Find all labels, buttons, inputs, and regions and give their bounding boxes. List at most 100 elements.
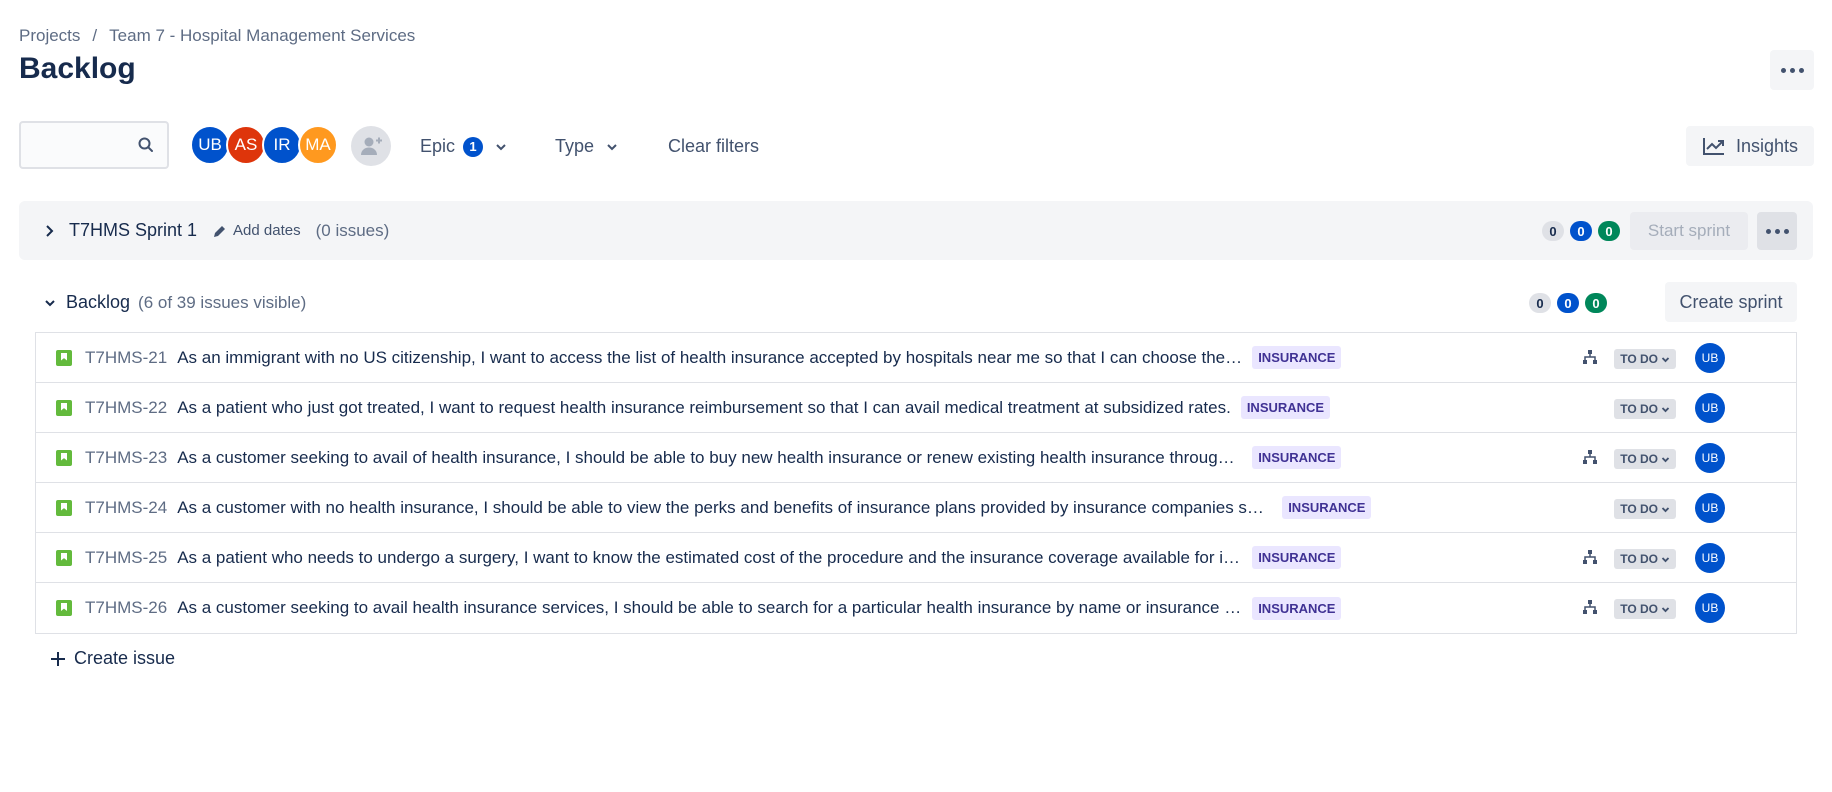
more-actions-button[interactable] <box>1770 50 1814 90</box>
create-issue-button[interactable]: Create issue <box>50 648 175 669</box>
plus-icon <box>51 651 65 666</box>
status-dropdown[interactable]: TO DO <box>1614 599 1676 619</box>
issue-row[interactable]: T7HMS-24 As a customer with no health ins… <box>36 483 1796 533</box>
issue-label-tag[interactable]: INSURANCE <box>1252 446 1342 469</box>
start-sprint-button[interactable]: Start sprint <box>1630 212 1748 250</box>
pencil-icon <box>214 225 226 237</box>
more-icon <box>1765 228 1789 234</box>
breadcrumb-project-name[interactable]: Team 7 - Hospital Management Services <box>109 26 415 46</box>
issue-label-tag[interactable]: INSURANCE <box>1252 596 1342 620</box>
clear-filters-button[interactable]: Clear filters <box>668 136 759 157</box>
in-progress-count-badge: 0 <box>1570 221 1592 241</box>
child-issues-icon[interactable] <box>1582 349 1598 365</box>
search-icon <box>138 137 153 152</box>
issue-summary[interactable]: As an immigrant with no US citizenship, … <box>177 348 1242 368</box>
status-dropdown[interactable]: TO DO <box>1614 549 1676 569</box>
avatar[interactable]: MA <box>298 125 338 165</box>
epic-filter[interactable]: Epic 1 <box>420 136 507 157</box>
issue-row[interactable]: T7HMS-22 As a patient who just got treate… <box>36 383 1796 433</box>
assignee-avatar[interactable]: UB <box>1695 493 1725 523</box>
breadcrumb-separator: / <box>92 26 98 45</box>
status-label: TO DO <box>1620 552 1658 566</box>
assignee-avatar[interactable]: UB <box>1695 443 1725 473</box>
chevron-down-icon <box>1661 556 1670 562</box>
issue-row[interactable]: T7HMS-25 As a patient who needs to underg… <box>36 533 1796 583</box>
breadcrumb-projects[interactable]: Projects <box>19 26 80 46</box>
type-filter[interactable]: Type <box>555 136 618 157</box>
backlog-header[interactable]: Backlog (6 of 39 issues visible) <box>44 292 306 313</box>
issue-row[interactable]: T7HMS-23 As a customer seeking to avail o… <box>36 433 1796 483</box>
sprint-status-counts: 0 0 0 <box>1542 221 1620 241</box>
issue-label-tag[interactable]: INSURANCE <box>1252 546 1342 569</box>
done-count-badge: 0 <box>1585 293 1607 313</box>
sprint-container: T7HMS Sprint 1 Add dates (0 issues) 0 0 … <box>19 201 1813 260</box>
epic-filter-label: Epic <box>420 136 456 156</box>
backlog-status-counts: 0 0 0 <box>1529 293 1607 313</box>
add-people-button[interactable] <box>351 126 391 166</box>
issue-summary[interactable]: As a patient who just got treated, I wan… <box>177 398 1231 418</box>
issue-label-tag[interactable]: INSURANCE <box>1240 396 1331 419</box>
issue-row[interactable]: T7HMS-26 As a customer seeking to avail h… <box>36 583 1796 633</box>
chevron-down-icon <box>1661 456 1670 462</box>
chevron-down-icon <box>607 143 617 150</box>
story-icon <box>56 349 72 366</box>
issue-row[interactable]: T7HMS-21 As an immigrant with no US citiz… <box>36 333 1796 383</box>
status-dropdown[interactable]: TO DO <box>1614 399 1676 419</box>
issue-key[interactable]: T7HMS-26 <box>85 598 167 618</box>
issue-key[interactable]: T7HMS-21 <box>85 348 167 368</box>
issue-summary[interactable]: As a customer with no health insurance, … <box>177 498 1272 518</box>
backlog-name: Backlog <box>66 292 131 312</box>
child-issues-icon[interactable] <box>1582 599 1598 615</box>
status-dropdown[interactable]: TO DO <box>1614 349 1676 369</box>
assignee-avatar[interactable]: UB <box>1695 543 1725 573</box>
status-label: TO DO <box>1620 352 1658 366</box>
todo-count-badge: 0 <box>1542 221 1564 241</box>
chevron-right-icon[interactable] <box>45 224 55 238</box>
backlog-visible-count: (6 of 39 issues visible) <box>138 292 307 312</box>
assignee-avatar[interactable]: UB <box>1695 343 1725 373</box>
issue-summary[interactable]: As a patient who needs to undergo a surg… <box>177 548 1242 568</box>
child-issues-icon[interactable] <box>1582 549 1598 565</box>
avatar[interactable]: UB <box>190 125 230 165</box>
sprint-issue-count: (0 issues) <box>315 220 390 240</box>
sprint-more-button[interactable] <box>1757 212 1797 250</box>
issue-key[interactable]: T7HMS-22 <box>85 398 167 418</box>
assignee-filter-avatars: UB AS IR MA <box>190 125 338 165</box>
clear-filters-label: Clear filters <box>668 136 760 156</box>
breadcrumb: Projects / Team 7 - Hospital Management … <box>19 26 415 46</box>
issue-key[interactable]: T7HMS-23 <box>85 448 167 468</box>
issue-key[interactable]: T7HMS-25 <box>85 548 167 568</box>
chevron-down-icon <box>45 299 55 306</box>
issue-label-tag[interactable]: INSURANCE <box>1282 496 1372 519</box>
in-progress-count-badge: 0 <box>1557 293 1579 313</box>
avatar[interactable]: IR <box>262 125 302 165</box>
add-person-icon <box>361 137 382 155</box>
child-issues-icon[interactable] <box>1582 449 1598 465</box>
story-icon <box>56 600 72 616</box>
create-sprint-button[interactable]: Create sprint <box>1665 282 1797 322</box>
add-dates-label: Add dates <box>233 222 301 239</box>
status-label: TO DO <box>1620 502 1658 516</box>
issue-label-tag[interactable]: INSURANCE <box>1252 346 1342 369</box>
chevron-down-icon <box>1661 406 1670 412</box>
status-dropdown[interactable]: TO DO <box>1614 449 1676 469</box>
story-icon <box>56 399 72 416</box>
assignee-avatar[interactable]: UB <box>1695 593 1725 623</box>
status-label: TO DO <box>1620 602 1658 616</box>
epic-filter-count-badge: 1 <box>463 136 484 157</box>
avatar[interactable]: AS <box>226 125 266 165</box>
status-dropdown[interactable]: TO DO <box>1614 499 1676 519</box>
issue-summary[interactable]: As a customer seeking to avail of health… <box>177 448 1242 468</box>
page-title: Backlog <box>19 52 136 85</box>
todo-count-badge: 0 <box>1529 293 1551 313</box>
sprint-name: T7HMS Sprint 1 <box>69 220 198 240</box>
search-input[interactable] <box>19 121 169 169</box>
assignee-avatar[interactable]: UB <box>1695 393 1725 423</box>
insights-button[interactable]: Insights <box>1685 126 1814 166</box>
chevron-down-icon <box>1661 356 1670 362</box>
chevron-down-icon <box>1661 606 1670 612</box>
type-filter-label: Type <box>555 136 595 156</box>
add-dates-button[interactable]: Add dates <box>213 222 301 239</box>
issue-summary[interactable]: As a customer seeking to avail health in… <box>177 598 1242 618</box>
issue-key[interactable]: T7HMS-24 <box>85 498 167 518</box>
